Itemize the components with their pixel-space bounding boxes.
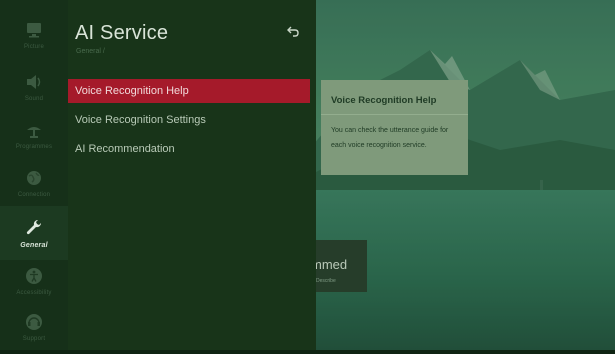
settings-category-rail: Picture Sound Programmes Connection Gene… — [0, 0, 68, 350]
rail-item-picture[interactable]: Picture — [0, 8, 68, 62]
help-card-title: Voice Recognition Help — [331, 95, 437, 106]
rail-label-sound: Sound — [24, 96, 44, 102]
rail-label-support: Support — [22, 336, 46, 342]
rail-label-connection: Connection — [17, 192, 51, 198]
rail-label-general: General — [20, 241, 48, 249]
support-icon — [26, 314, 42, 330]
rail-item-programmes[interactable]: Programmes — [0, 108, 68, 162]
breadcrumb: General / — [76, 48, 105, 55]
menu-item-ai-recommendation[interactable]: AI Recommendation — [68, 137, 316, 161]
help-card-divider — [321, 114, 468, 115]
help-card: Voice Recognition Help You can check the… — [321, 80, 468, 175]
globe-icon — [27, 171, 41, 185]
rail-label-programmes: Programmes — [15, 144, 53, 150]
rail-item-connection[interactable]: Connection — [0, 156, 68, 210]
rail-label-picture: Picture — [23, 44, 45, 50]
page-title: AI Service — [75, 22, 169, 44]
menu-item-label: Voice Recognition Settings — [75, 114, 206, 126]
accessibility-icon — [26, 268, 42, 284]
banner-title: mmed — [311, 257, 348, 272]
antenna-icon — [27, 127, 41, 138]
menu-item-voice-recognition-settings[interactable]: Voice Recognition Settings — [68, 108, 316, 132]
menu-item-label: Voice Recognition Help — [75, 85, 189, 97]
rail-label-accessibility: Accessibility — [16, 290, 52, 296]
rail-item-general[interactable]: General — [0, 206, 68, 260]
rail-item-sound[interactable]: Sound — [0, 60, 68, 114]
ai-service-menu-panel: AI Service General / Voice Recognition H… — [68, 0, 316, 350]
menu-item-voice-recognition-help[interactable]: Voice Recognition Help — [68, 79, 310, 103]
back-arrow-icon[interactable] — [285, 24, 301, 40]
sound-icon — [27, 75, 41, 89]
wrench-icon — [26, 219, 42, 234]
rail-item-support[interactable]: Support — [0, 300, 68, 354]
picture-icon — [27, 23, 41, 38]
help-card-body: You can check the utterance guide for ea… — [331, 127, 449, 149]
banner-subtitle: Describe — [316, 278, 336, 284]
menu-item-label: AI Recommendation — [75, 143, 175, 155]
